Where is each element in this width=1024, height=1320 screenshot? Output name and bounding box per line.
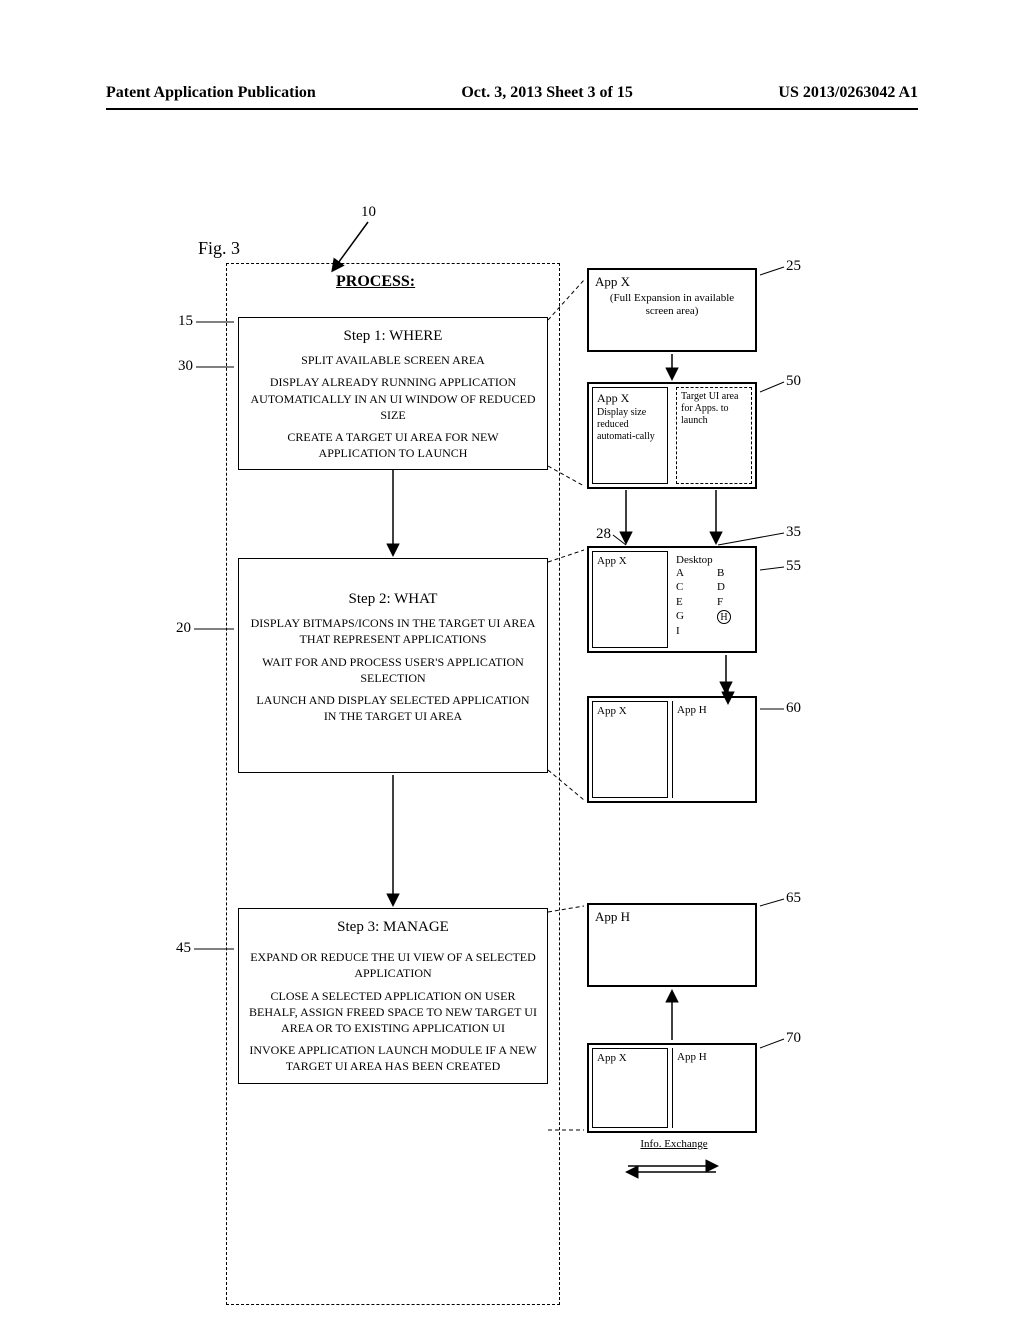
box70-left-text: App X <box>597 1052 627 1064</box>
box65-title: App H <box>595 909 749 925</box>
step3-line3: INVOKE APPLICATION LAUNCH MODULE IF A NE… <box>249 1042 537 1074</box>
box-50: App X Display size reduced automati-call… <box>587 382 757 489</box>
ref-20: 20 <box>176 620 191 637</box>
box-60: App X App H <box>587 696 757 803</box>
box55-icons: A B C D E F G H I <box>676 567 748 638</box>
ref-70: 70 <box>786 1030 801 1047</box>
box-70: App X App H <box>587 1043 757 1133</box>
ref-50: 50 <box>786 373 801 390</box>
step3-box: Step 3: MANAGE EXPAND OR REDUCE THE UI V… <box>238 908 548 1084</box>
icon-c: C <box>676 581 707 594</box>
figure-3-diagram: Fig. 3 PROCESS: Step 1: WHERE SPLIT AVAI… <box>106 130 918 1230</box>
box70-left: App X <box>592 1048 668 1128</box>
icon-i: I <box>676 625 707 638</box>
figure-label: Fig. 3 <box>198 238 240 259</box>
step2-line2: WAIT FOR AND PROCESS USER'S APPLICATION … <box>249 654 537 686</box>
step3-title: Step 3: MANAGE <box>249 917 537 937</box>
ref-25: 25 <box>786 258 801 275</box>
ref-60: 60 <box>786 700 801 717</box>
ref-15: 15 <box>178 313 193 330</box>
icon-h-circled: H <box>717 610 731 624</box>
box70-right: App H <box>672 1048 752 1128</box>
box55-left-text: App X <box>597 555 627 567</box>
step1-line3: CREATE A TARGET UI AREA FOR NEW APPLICAT… <box>249 429 537 461</box>
icon-a: A <box>676 567 707 580</box>
box25-sub: (Full Expansion in available screen area… <box>595 292 749 318</box>
icon-g: G <box>676 610 707 624</box>
box60-left-text: App X <box>597 705 627 717</box>
box55-right-title: Desktop <box>676 554 748 567</box>
box55-right: Desktop A B C D E F G H I <box>672 551 752 648</box>
icon-f: F <box>717 596 748 609</box>
icon-d: D <box>717 581 748 594</box>
step3-line2: CLOSE A SELECTED APPLICATION ON USER BEH… <box>249 988 537 1037</box>
ref-35: 35 <box>786 524 801 541</box>
box70-right-text: App H <box>677 1051 707 1063</box>
ref-45: 45 <box>176 940 191 957</box>
info-exchange-label: Info. Exchange <box>634 1138 714 1150</box>
process-title: PROCESS: <box>336 273 415 291</box>
box60-left: App X <box>592 701 668 798</box>
step2-line3: LAUNCH AND DISPLAY SELECTED APPLICATION … <box>249 692 537 724</box>
ref-10: 10 <box>361 204 376 221</box>
patent-header: Patent Application Publication Oct. 3, 2… <box>106 84 918 110</box>
step1-line2: DISPLAY ALREADY RUNNING APPLICATION AUTO… <box>249 374 537 423</box>
box55-left: App X <box>592 551 668 648</box>
icon-b: B <box>717 567 748 580</box>
box-25: App X (Full Expansion in available scree… <box>587 268 757 352</box>
step2-box: Step 2: WHAT DISPLAY BITMAPS/ICONS IN TH… <box>238 558 548 773</box>
box60-right: App H <box>672 701 752 798</box>
header-center: Oct. 3, 2013 Sheet 3 of 15 <box>461 84 633 102</box>
step2-title: Step 2: WHAT <box>249 589 537 609</box>
step3-line1: EXPAND OR REDUCE THE UI VIEW OF A SELECT… <box>249 949 537 981</box>
ref-28: 28 <box>596 526 611 543</box>
ref-65: 65 <box>786 890 801 907</box>
header-left: Patent Application Publication <box>106 84 316 102</box>
box50-right: Target UI area for Apps. to launch <box>676 387 752 484</box>
step1-title: Step 1: WHERE <box>249 326 537 346</box>
box-55: App X Desktop A B C D E F G H I <box>587 546 757 653</box>
step1-box: Step 1: WHERE SPLIT AVAILABLE SCREEN ARE… <box>238 317 548 470</box>
box60-right-text: App H <box>677 704 707 716</box>
step1-line1: SPLIT AVAILABLE SCREEN AREA <box>249 352 537 368</box>
box50-left-title: App X <box>597 391 663 405</box>
box-65: App H <box>587 903 757 987</box>
step2-line1: DISPLAY BITMAPS/ICONS IN THE TARGET UI A… <box>249 615 537 647</box>
box50-left-sub: Display size reduced automati-cally <box>597 407 663 443</box>
info-exchange-text: Info. Exchange <box>640 1138 707 1150</box>
header-right: US 2013/0263042 A1 <box>778 84 918 102</box>
box50-right-text: Target UI area for Apps. to launch <box>681 391 747 427</box>
ref-30: 30 <box>178 358 193 375</box>
ref-55: 55 <box>786 558 801 575</box>
icon-e: E <box>676 596 707 609</box>
box50-left: App X Display size reduced automati-call… <box>592 387 668 484</box>
box25-title: App X <box>595 274 749 290</box>
